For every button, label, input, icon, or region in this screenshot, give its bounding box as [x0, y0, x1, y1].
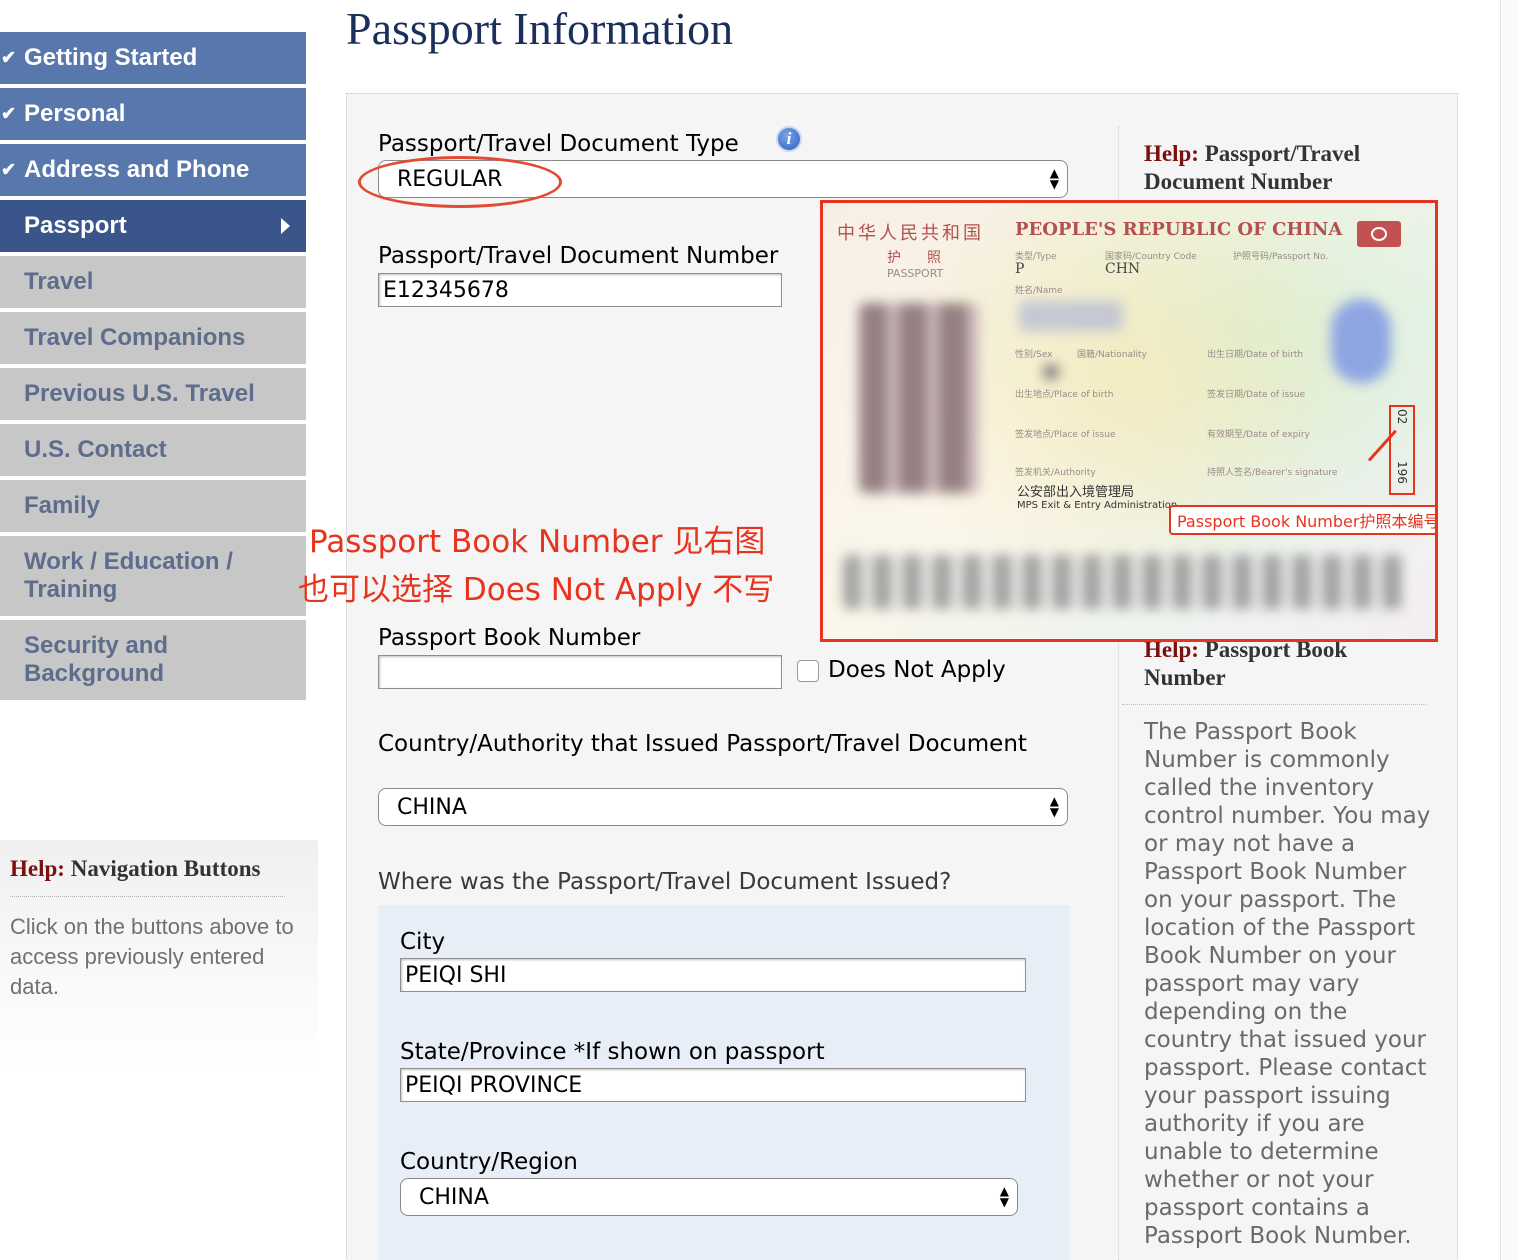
passport-doc-en: PASSPORT — [887, 267, 944, 280]
book-number-help-title: Help: Passport Book Number — [1144, 636, 1424, 692]
nav-item-label: Getting Started — [24, 44, 198, 71]
info-icon[interactable]: i — [776, 126, 802, 152]
checkmark-icon: ✔ — [1, 47, 17, 68]
help-separator — [1122, 704, 1426, 705]
passport-authority-cn: 公安部出入境管理局 — [1017, 485, 1135, 500]
passport-name-label: 姓名/Name — [1015, 286, 1063, 296]
nav-item-previous-us-travel: Previous U.S. Travel — [0, 368, 306, 420]
redacted-mrz — [843, 555, 1403, 609]
nav-item-label: Address and Phone — [24, 156, 250, 183]
passport-dob-label: 出生日期/Date of birth — [1207, 350, 1304, 360]
passport-sample-image: 中华人民共和国 PEOPLE'S REPUBLIC OF CHINA 护 照 P… — [820, 200, 1438, 642]
passport-signature-label: 持照人签名/Bearer's signature — [1207, 468, 1338, 478]
nav-item-label: Family — [24, 492, 101, 519]
book-number-digits-top: 02 — [1395, 409, 1409, 425]
state-input[interactable]: PEIQI PROVINCE — [400, 1068, 1026, 1102]
nav-item-label: Previous U.S. Travel — [24, 380, 255, 407]
does-not-apply-label[interactable]: Does Not Apply — [828, 657, 1006, 683]
nav-item-label: Travel Companions — [24, 324, 246, 351]
nav-item-label: Passport — [24, 212, 127, 239]
issuing-country-label: Country/Authority that Issued Passport/T… — [378, 731, 1027, 757]
doc-type-label: Passport/Travel Document Type — [378, 131, 739, 157]
book-number-digits-bottom: 196 — [1395, 461, 1409, 484]
country-region-label: Country/Region — [400, 1149, 578, 1175]
state-label: State/Province *If shown on passport — [400, 1039, 825, 1065]
navigation-help-panel: Help: Navigation Buttons Click on the bu… — [0, 840, 318, 1260]
passport-poi-label: 签发地点/Place of issue — [1015, 430, 1116, 440]
book-number-callout: Passport Book Number护照本编号 — [1169, 505, 1435, 535]
nav-item-work-education-training: Work / Education / Training — [0, 536, 306, 616]
select-arrows-icon: ▲ ▼ — [1049, 794, 1059, 819]
passport-authority-en: MPS Exit & Entry Administration — [1017, 500, 1178, 511]
passport-country-en: PEOPLE'S REPUBLIC OF CHINA — [1015, 219, 1343, 240]
doc-number-input[interactable]: E12345678 — [378, 273, 782, 307]
doc-number-label: Passport/Travel Document Number — [378, 243, 779, 269]
passport-code-value: CHN — [1105, 261, 1141, 277]
book-number-help-text: The Passport Book Number is commonly cal… — [1144, 719, 1431, 1249]
annotation-line-2: 也可以选择 Does Not Apply 不写 — [298, 572, 775, 608]
passport-emblem-icon — [1357, 221, 1401, 247]
nav-item-travel: Travel — [0, 256, 306, 308]
annotation-line-1: Passport Book Number 见右图 — [309, 524, 766, 560]
nav-item-label: Security and Background — [24, 632, 169, 687]
redacted-name — [1019, 301, 1123, 331]
nav-item-passport[interactable]: Passport — [0, 200, 306, 252]
help-prefix: Help: — [10, 856, 65, 881]
country-region-value: CHINA — [419, 1184, 489, 1210]
nav-item-label: Work / Education / Training — [24, 548, 233, 603]
annotation-highlight-oval — [358, 156, 562, 208]
nav-item-family: Family — [0, 480, 306, 532]
nav-item-travel-companions: Travel Companions — [0, 312, 306, 364]
page-title: Passport Information — [346, 3, 734, 54]
nav-item-label: U.S. Contact — [24, 436, 167, 463]
nav-item-label: Travel — [24, 268, 94, 295]
nav-item-label: Personal — [24, 100, 126, 127]
doc-number-value: E12345678 — [383, 277, 509, 303]
nav-item-us-contact: U.S. Contact — [0, 424, 306, 476]
city-input[interactable]: PEIQI SHI — [400, 958, 1026, 992]
nav-item-address-and-phone[interactable]: ✔ Address and Phone — [0, 144, 306, 196]
passport-sex-label: 性别/Sex — [1015, 350, 1053, 360]
checkmark-icon: ✔ — [1, 159, 17, 180]
navigation-help-text: Click on the buttons above to access pre… — [10, 914, 294, 999]
passport-nationality-label: 国籍/Nationality — [1077, 350, 1147, 360]
redacted-dots — [1043, 365, 1059, 379]
navigation-help-title: Help: Navigation Buttons — [10, 856, 285, 897]
passport-pob-label: 出生地点/Place of birth — [1015, 390, 1114, 400]
redacted-photo — [859, 303, 979, 493]
select-arrows-icon: ▲ ▼ — [1049, 166, 1059, 191]
select-arrows-icon: ▲ ▼ — [999, 1184, 1009, 1209]
city-label: City — [400, 929, 446, 955]
caret-right-icon — [281, 218, 290, 234]
doc-number-help-title: Help: Passport/Travel Document Number — [1144, 140, 1424, 196]
does-not-apply-checkbox[interactable] — [797, 660, 819, 682]
city-value: PEIQI SHI — [405, 962, 507, 988]
passport-no-label: 护照号码/Passport No. — [1233, 252, 1329, 262]
issued-where-label: Where was the Passport/Travel Document I… — [378, 869, 952, 895]
help-prefix: Help: — [1144, 141, 1199, 166]
nav-item-security-and-background: Security and Background — [0, 620, 306, 700]
passport-doc-cn: 护 照 — [887, 250, 947, 266]
sidebar-nav: ✔ Getting Started ✔ Personal ✔ Address a… — [0, 32, 306, 704]
nav-item-getting-started[interactable]: ✔ Getting Started — [0, 32, 306, 84]
page-scrollbar[interactable] — [1500, 0, 1518, 1260]
country-region-select[interactable]: CHINA ▲ ▼ — [400, 1178, 1018, 1216]
book-number-input[interactable] — [378, 655, 782, 689]
nav-item-personal[interactable]: ✔ Personal — [0, 88, 306, 140]
passport-doi-label: 签发日期/Date of issue — [1207, 390, 1306, 400]
passport-type-value: P — [1015, 261, 1025, 277]
passport-doe-label: 有效期至/Date of expiry — [1207, 430, 1310, 440]
state-value: PEIQI PROVINCE — [405, 1072, 583, 1098]
passport-authority-label: 签发机关/Authority — [1015, 468, 1096, 478]
passport-country-cn: 中华人民共和国 — [837, 223, 984, 244]
book-number-label: Passport Book Number — [378, 625, 641, 651]
help-topic: Navigation Buttons — [70, 856, 261, 881]
checkmark-icon: ✔ — [1, 103, 17, 124]
issuing-country-value: CHINA — [397, 794, 467, 820]
redacted-ghost-photo — [1331, 299, 1391, 383]
issuing-country-select[interactable]: CHINA ▲ ▼ — [378, 788, 1068, 826]
